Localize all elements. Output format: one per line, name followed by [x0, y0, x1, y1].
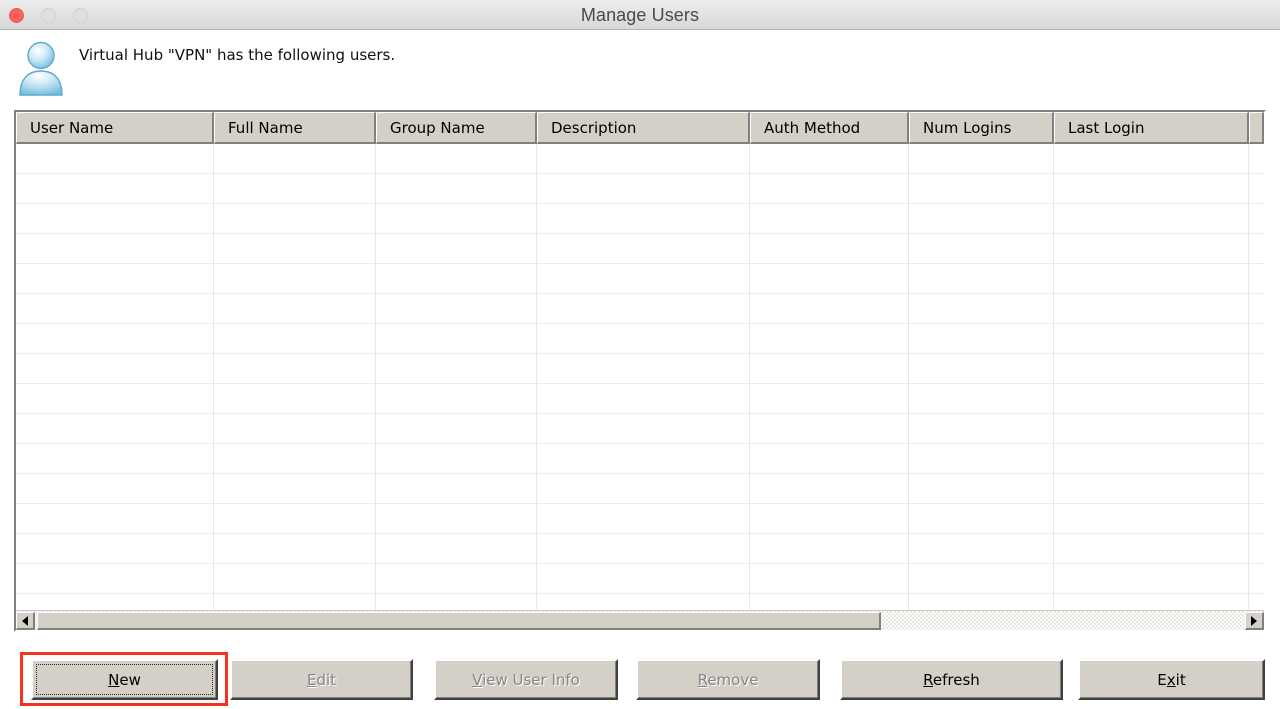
- table-row[interactable]: [16, 174, 1264, 204]
- column-header-auth-method[interactable]: Auth Method: [750, 112, 909, 144]
- user-icon: [16, 40, 66, 96]
- scroll-left-icon[interactable]: [16, 612, 35, 630]
- remove-button: Remove: [636, 659, 820, 700]
- column-header-filler: [1249, 112, 1264, 144]
- column-header-label: User Name: [30, 118, 114, 137]
- view-user-info-button-label: View User Info: [472, 670, 580, 689]
- horizontal-scrollbar[interactable]: [16, 610, 1264, 630]
- refresh-button[interactable]: Refresh: [840, 659, 1063, 700]
- column-header-label: Full Name: [228, 118, 303, 137]
- column-gridline: [375, 144, 376, 610]
- view-user-info-button: View User Info: [434, 659, 618, 700]
- table-row[interactable]: [16, 504, 1264, 534]
- scroll-right-icon[interactable]: [1245, 612, 1264, 630]
- column-header-num-logins[interactable]: Num Logins: [909, 112, 1054, 144]
- column-gridline: [1053, 144, 1054, 610]
- column-header-label: Auth Method: [764, 118, 861, 137]
- column-header-label: Last Login: [1068, 118, 1145, 137]
- column-gridline: [749, 144, 750, 610]
- hub-description-text: Virtual Hub "VPN" has the following user…: [79, 46, 396, 64]
- window-titlebar: Manage Users: [0, 0, 1280, 30]
- edit-button: Edit: [230, 659, 413, 700]
- window-title: Manage Users: [580, 5, 700, 25]
- users-table-header: User Name Full Name Group Name Description A…: [16, 112, 1264, 144]
- table-row[interactable]: [16, 264, 1264, 294]
- exit-button-label: Exit: [1157, 670, 1186, 689]
- remove-button-label: Remove: [697, 670, 759, 689]
- column-header-label: Description: [551, 118, 637, 137]
- column-gridline: [908, 144, 909, 610]
- users-table-body[interactable]: [16, 144, 1264, 610]
- exit-button[interactable]: Exit: [1078, 659, 1265, 700]
- table-row[interactable]: [16, 564, 1264, 594]
- column-header-full-name[interactable]: Full Name: [214, 112, 376, 144]
- column-header-last-login[interactable]: Last Login: [1054, 112, 1249, 144]
- column-header-user-name[interactable]: User Name: [16, 112, 214, 144]
- new-button[interactable]: New: [31, 659, 218, 700]
- table-row[interactable]: [16, 354, 1264, 384]
- scrollbar-thumb[interactable]: [37, 612, 881, 630]
- dialog-button-bar: New Edit View User Info Remove Refresh Exit: [0, 650, 1280, 709]
- table-row[interactable]: [16, 324, 1264, 354]
- table-row[interactable]: [16, 204, 1264, 234]
- new-button-label: New: [108, 670, 141, 689]
- refresh-button-label: Refresh: [923, 670, 980, 689]
- column-header-label: Group Name: [390, 118, 485, 137]
- table-row[interactable]: [16, 474, 1264, 504]
- table-row[interactable]: [16, 384, 1264, 414]
- table-row[interactable]: [16, 414, 1264, 444]
- table-row[interactable]: [16, 294, 1264, 324]
- column-gridline: [536, 144, 537, 610]
- table-row[interactable]: [16, 594, 1264, 610]
- manage-users-dialog: Manage Users Virtual Hub "VPN" has the f…: [0, 0, 1280, 709]
- table-row[interactable]: [16, 534, 1264, 564]
- column-header-label: Num Logins: [923, 118, 1012, 137]
- column-header-description[interactable]: Description: [537, 112, 750, 144]
- column-gridline: [213, 144, 214, 610]
- table-row[interactable]: [16, 234, 1264, 264]
- users-listview[interactable]: User Name Full Name Group Name Description A…: [14, 110, 1266, 632]
- table-row[interactable]: [16, 144, 1264, 174]
- edit-button-label: Edit: [306, 670, 337, 689]
- column-gridline: [1248, 144, 1249, 610]
- column-header-group-name[interactable]: Group Name: [376, 112, 537, 144]
- table-row[interactable]: [16, 444, 1264, 474]
